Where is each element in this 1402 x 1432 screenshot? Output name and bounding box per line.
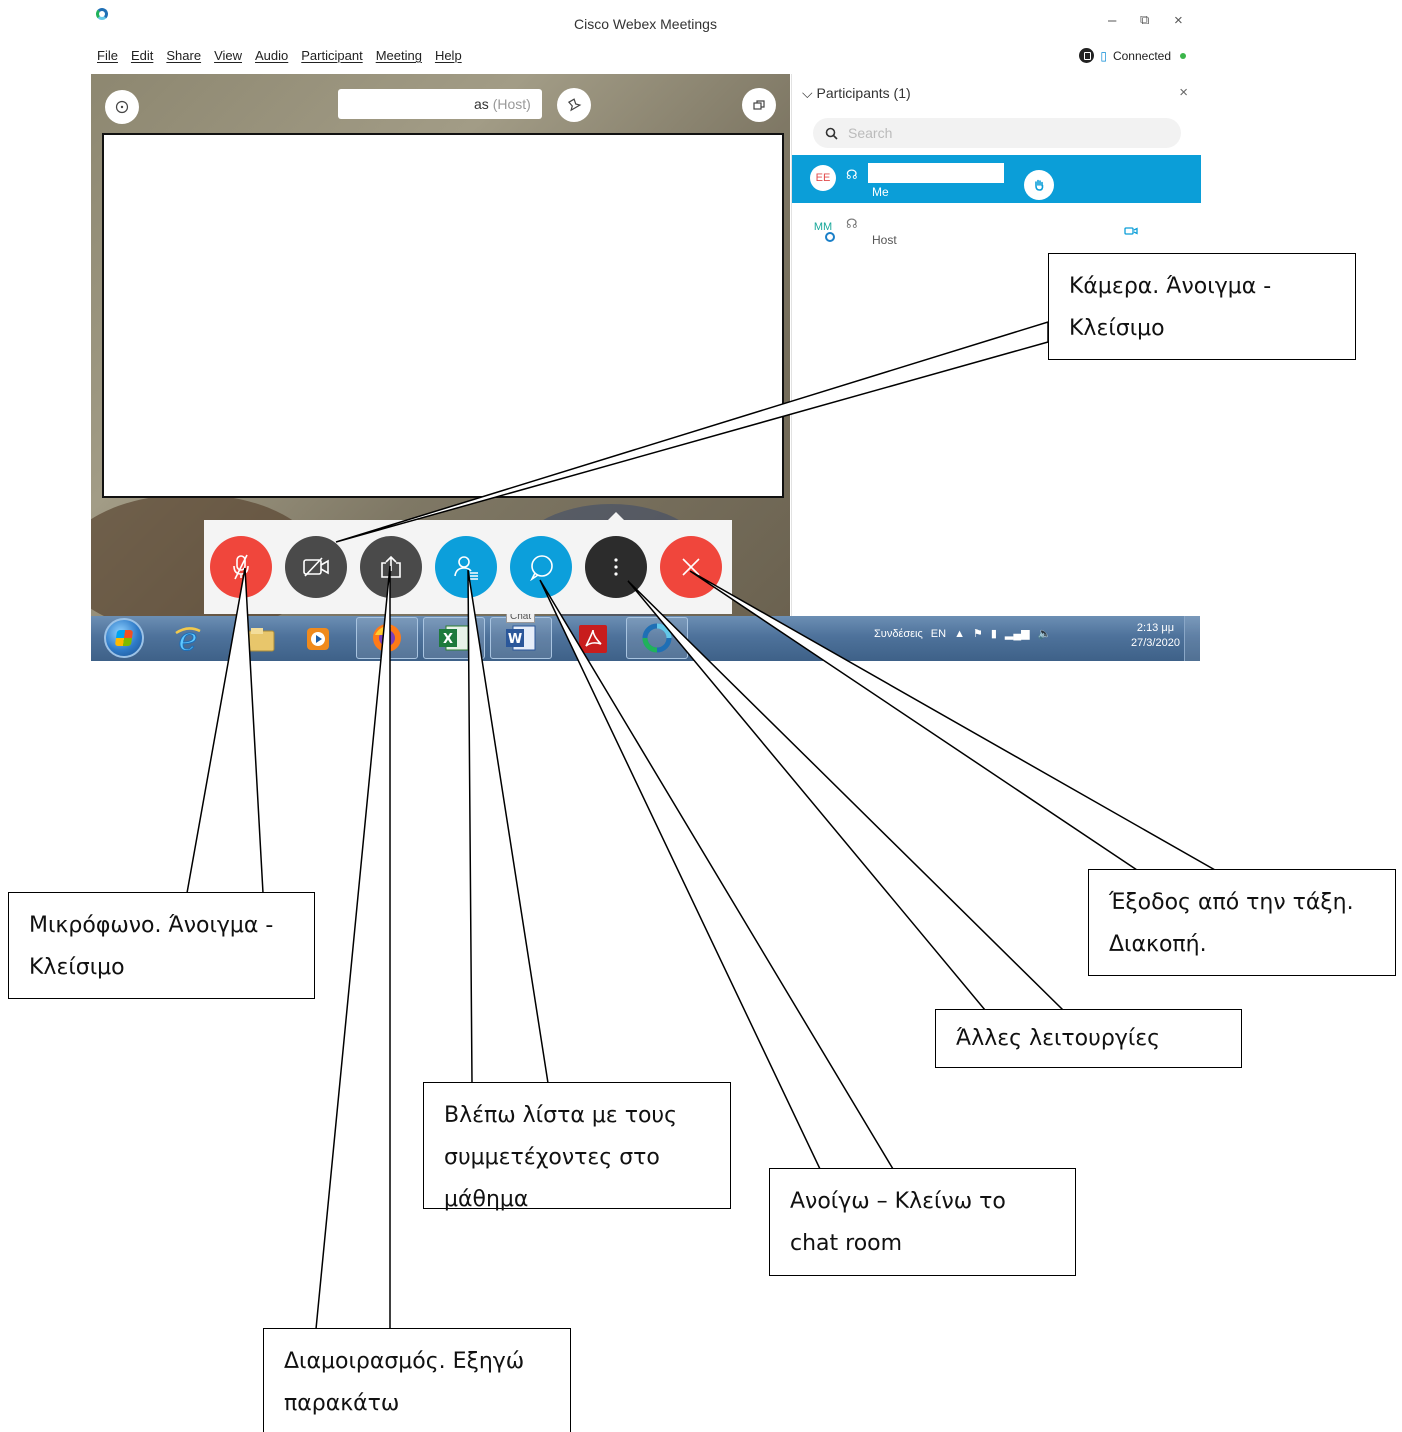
participants-leader bbox=[467, 569, 549, 1084]
callout-chat: Ανοίγω – Κλείνω το chat room bbox=[769, 1168, 1076, 1276]
callout-microphone: Μικρόφωνο. Άνοιγμα - Κλείσιμο bbox=[8, 892, 315, 999]
callout-share: Διαμοιρασμός. Εξηγώ παρακάτω bbox=[263, 1328, 571, 1432]
microphone-leader bbox=[186, 567, 264, 894]
callout-camera: Κάμερα. Άνοιγμα - Κλείσιμο bbox=[1048, 253, 1356, 360]
more-leader bbox=[627, 580, 1065, 1011]
camera-leader bbox=[335, 320, 1049, 543]
callout-more: Άλλες λειτουργίες bbox=[935, 1009, 1242, 1068]
share-leader bbox=[315, 565, 391, 1330]
callout-exit: Έξοδος από την τάξη. Διακοπή. bbox=[1088, 869, 1396, 976]
callout-leader-lines bbox=[186, 320, 1218, 1330]
callout-participants: Βλέπω λίστα με τους συμμετέχοντες στο μά… bbox=[423, 1082, 731, 1212]
